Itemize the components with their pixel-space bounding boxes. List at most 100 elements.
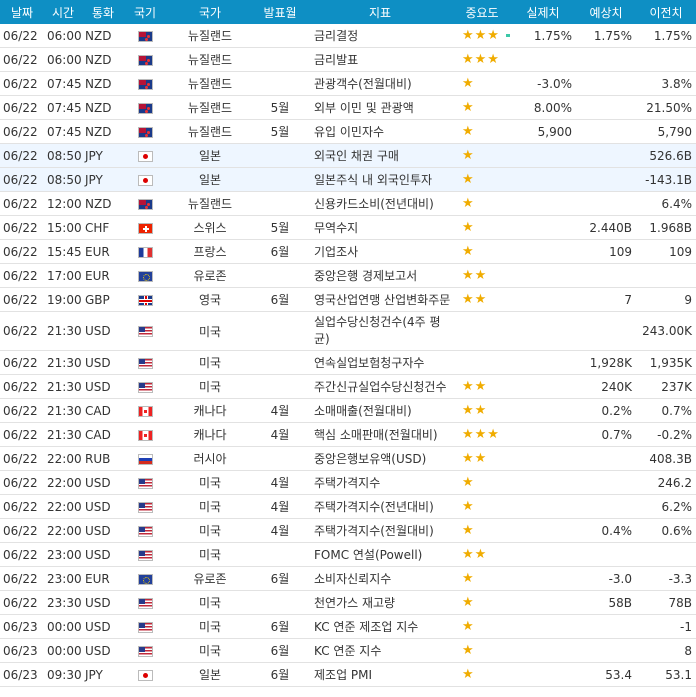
japan-flag-icon	[137, 150, 153, 162]
row-indicator[interactable]: 핵심 소매판매(전월대비)	[306, 422, 454, 447]
row-indicator[interactable]: 제조업 PMI	[306, 662, 454, 687]
table-row[interactable]: 06/23 09:30 JPY 일본 6월 제조업 PMI ★ 53.4 53.1	[0, 662, 696, 687]
row-indicator[interactable]: 영국산업연맹 산업변화주문	[306, 287, 454, 312]
table-row[interactable]: 06/23 00:00 USD 미국 6월 KC 연준 지수 ★ 8	[0, 638, 696, 663]
table-row[interactable]: 06/22 06:00 NZD 뉴질랜드 금리결정 ★★★ 1.75% 1.75% 1.75%	[0, 24, 696, 48]
row-flag	[124, 518, 166, 543]
table-row[interactable]: 06/22 07:45 NZD 뉴질랜드 5월 유입 이민자수 ★ 5,900 5,790	[0, 119, 696, 144]
table-row[interactable]: 06/22 08:50 JPY 일본 일본주식 내 외국인투자 ★ -143.1B	[0, 167, 696, 192]
table-row[interactable]: 06/22 12:00 NZD 뉴질랜드 신용카드소비(전년대비) ★ 6.4%	[0, 191, 696, 216]
row-date: 06/22	[0, 470, 44, 495]
table-row[interactable]: 06/22 15:45 EUR 프랑스 6월 기업조사 ★ 109 109	[0, 239, 696, 264]
row-currency: USD	[82, 518, 124, 543]
table-row[interactable]: 06/22 22:00 USD 미국 4월 주택가격지수(전월대비) ★ 0.4% 0.6%	[0, 518, 696, 543]
table-row[interactable]: 06/22 21:30 CAD 캐나다 4월 소매매출(전월대비) ★★ 0.2% 0.7%	[0, 398, 696, 423]
row-indicator[interactable]: 외국인 채권 구매	[306, 143, 454, 168]
importance-stars-icon: ★	[462, 244, 475, 259]
row-forecast: 240K	[576, 374, 636, 399]
col-month[interactable]: 발표월	[254, 0, 306, 24]
row-indicator[interactable]: 소매매출(전월대비)	[306, 398, 454, 423]
row-indicator[interactable]: 실업수당신청건수(4주 평균)	[306, 311, 454, 351]
row-actual	[510, 167, 576, 192]
col-date[interactable]: 날짜	[0, 0, 44, 24]
row-flag	[124, 239, 166, 264]
row-forecast	[576, 143, 636, 168]
row-indicator[interactable]: 외부 이민 및 관광액	[306, 95, 454, 120]
importance-stars-icon: ★★	[462, 292, 488, 307]
row-country: 미국	[166, 614, 254, 639]
row-indicator[interactable]: FOMC 연설(Powell)	[306, 542, 454, 567]
col-actual[interactable]: 실제치	[510, 0, 576, 24]
col-importance[interactable]: 중요도	[454, 0, 510, 24]
row-indicator[interactable]: 중앙은행보유액(USD)	[306, 446, 454, 471]
row-currency: EUR	[82, 239, 124, 264]
row-importance: ★★	[454, 374, 510, 399]
row-actual: -3.0%	[510, 71, 576, 96]
row-indicator[interactable]: 중앙은행 경제보고서	[306, 263, 454, 288]
row-flag	[124, 287, 166, 312]
row-indicator[interactable]: 소비자신뢰지수	[306, 566, 454, 591]
table-row[interactable]: 06/22 21:30 USD 미국 실업수당신청건수(4주 평균) 243.00K	[0, 311, 696, 351]
row-actual	[510, 446, 576, 471]
row-indicator[interactable]: KC 연준 지수	[306, 638, 454, 663]
table-row[interactable]: 06/22 15:00 CHF 스위스 5월 무역수지 ★ 2.440B 1.968B	[0, 215, 696, 240]
col-time[interactable]: 시간	[44, 0, 82, 24]
row-actual	[510, 470, 576, 495]
table-row[interactable]: 06/22 21:30 USD 미국 주간신규실업수당신청건수 ★★ 240K 237K	[0, 374, 696, 399]
table-row[interactable]: 06/22 22:00 USD 미국 4월 주택가격지수(전년대비) ★ 6.2%	[0, 494, 696, 519]
row-indicator[interactable]: 금리발표	[306, 47, 454, 72]
col-indicator[interactable]: 지표	[306, 0, 454, 24]
table-row[interactable]: 06/22 17:00 EUR 유로존 중앙은행 경제보고서 ★★	[0, 263, 696, 288]
row-month: 4월	[254, 518, 306, 543]
row-country: 스위스	[166, 215, 254, 240]
row-flag	[124, 422, 166, 447]
table-row[interactable]: 06/22 23:00 USD 미국 FOMC 연설(Powell) ★★	[0, 542, 696, 567]
row-indicator[interactable]: 일본주식 내 외국인투자	[306, 167, 454, 192]
col-country[interactable]: 국가	[166, 0, 254, 24]
row-indicator[interactable]: 주택가격지수(전월대비)	[306, 518, 454, 543]
table-row[interactable]: 06/22 22:00 USD 미국 4월 주택가격지수 ★ 246.2	[0, 470, 696, 495]
table-row[interactable]: 06/22 22:00 RUB 러시아 중앙은행보유액(USD) ★★ 408.3B	[0, 446, 696, 471]
row-indicator[interactable]: 연속실업보험청구자수	[306, 350, 454, 375]
importance-stars-icon: ★	[462, 595, 475, 610]
table-row[interactable]: 06/22 07:45 NZD 뉴질랜드 5월 외부 이민 및 관광액 ★ 8.00% 21.5…	[0, 95, 696, 120]
row-indicator[interactable]: 관광객수(전월대비)	[306, 71, 454, 96]
new-zealand-flag-icon	[137, 78, 153, 90]
row-previous: 78B	[636, 590, 696, 615]
table-row[interactable]: 06/22 21:30 CAD 캐나다 4월 핵심 소매판매(전월대비) ★★★ 0.7% -0…	[0, 422, 696, 447]
table-row[interactable]: 06/22 07:45 NZD 뉴질랜드 관광객수(전월대비) ★ -3.0% 3.8%	[0, 71, 696, 96]
col-currency[interactable]: 통화	[82, 0, 124, 24]
table-row[interactable]: 06/22 19:00 GBP 영국 6월 영국산업연맹 산업변화주문 ★★ 7 9	[0, 287, 696, 312]
table-row[interactable]: 06/23 00:00 USD 미국 6월 KC 연준 제조업 지수 ★ -1	[0, 614, 696, 639]
row-indicator[interactable]: 금리결정	[306, 24, 454, 48]
row-indicator[interactable]: 유입 이민자수	[306, 119, 454, 144]
row-flag	[124, 446, 166, 471]
table-row[interactable]: 06/22 08:50 JPY 일본 외국인 채권 구매 ★ 526.6B	[0, 143, 696, 168]
table-row[interactable]: 06/22 23:00 EUR 유로존 6월 소비자신뢰지수 ★ -3.0 -3.3	[0, 566, 696, 591]
row-indicator[interactable]: KC 연준 제조업 지수	[306, 614, 454, 639]
row-indicator[interactable]: 무역수지	[306, 215, 454, 240]
table-row[interactable]: 06/22 23:30 USD 미국 천연가스 재고량 ★ 58B 78B	[0, 590, 696, 615]
row-time: 21:30	[44, 374, 82, 399]
row-indicator[interactable]: 천연가스 재고량	[306, 590, 454, 615]
row-time: 06:00	[44, 47, 82, 72]
row-time: 07:45	[44, 119, 82, 144]
row-indicator[interactable]: 신용카드소비(전년대비)	[306, 191, 454, 216]
row-indicator[interactable]: 기업조사	[306, 239, 454, 264]
row-indicator[interactable]: 주간신규실업수당신청건수	[306, 374, 454, 399]
importance-stars-icon: ★★★	[462, 28, 500, 43]
row-date: 06/22	[0, 119, 44, 144]
row-flag	[124, 662, 166, 687]
col-flag[interactable]: 국기	[124, 0, 166, 24]
importance-stars-icon: ★	[462, 499, 475, 514]
row-date: 06/22	[0, 167, 44, 192]
row-time: 21:30	[44, 350, 82, 375]
row-indicator[interactable]: 주택가격지수	[306, 470, 454, 495]
col-previous[interactable]: 이전치	[636, 0, 696, 24]
col-forecast[interactable]: 예상치	[576, 0, 636, 24]
table-row[interactable]: 06/22 21:30 USD 미국 연속실업보험청구자수 1,928K 1,935K	[0, 350, 696, 375]
row-flag	[124, 494, 166, 519]
table-row[interactable]: 06/22 06:00 NZD 뉴질랜드 금리발표 ★★★	[0, 47, 696, 72]
row-indicator[interactable]: 주택가격지수(전년대비)	[306, 494, 454, 519]
row-date: 06/22	[0, 311, 44, 351]
